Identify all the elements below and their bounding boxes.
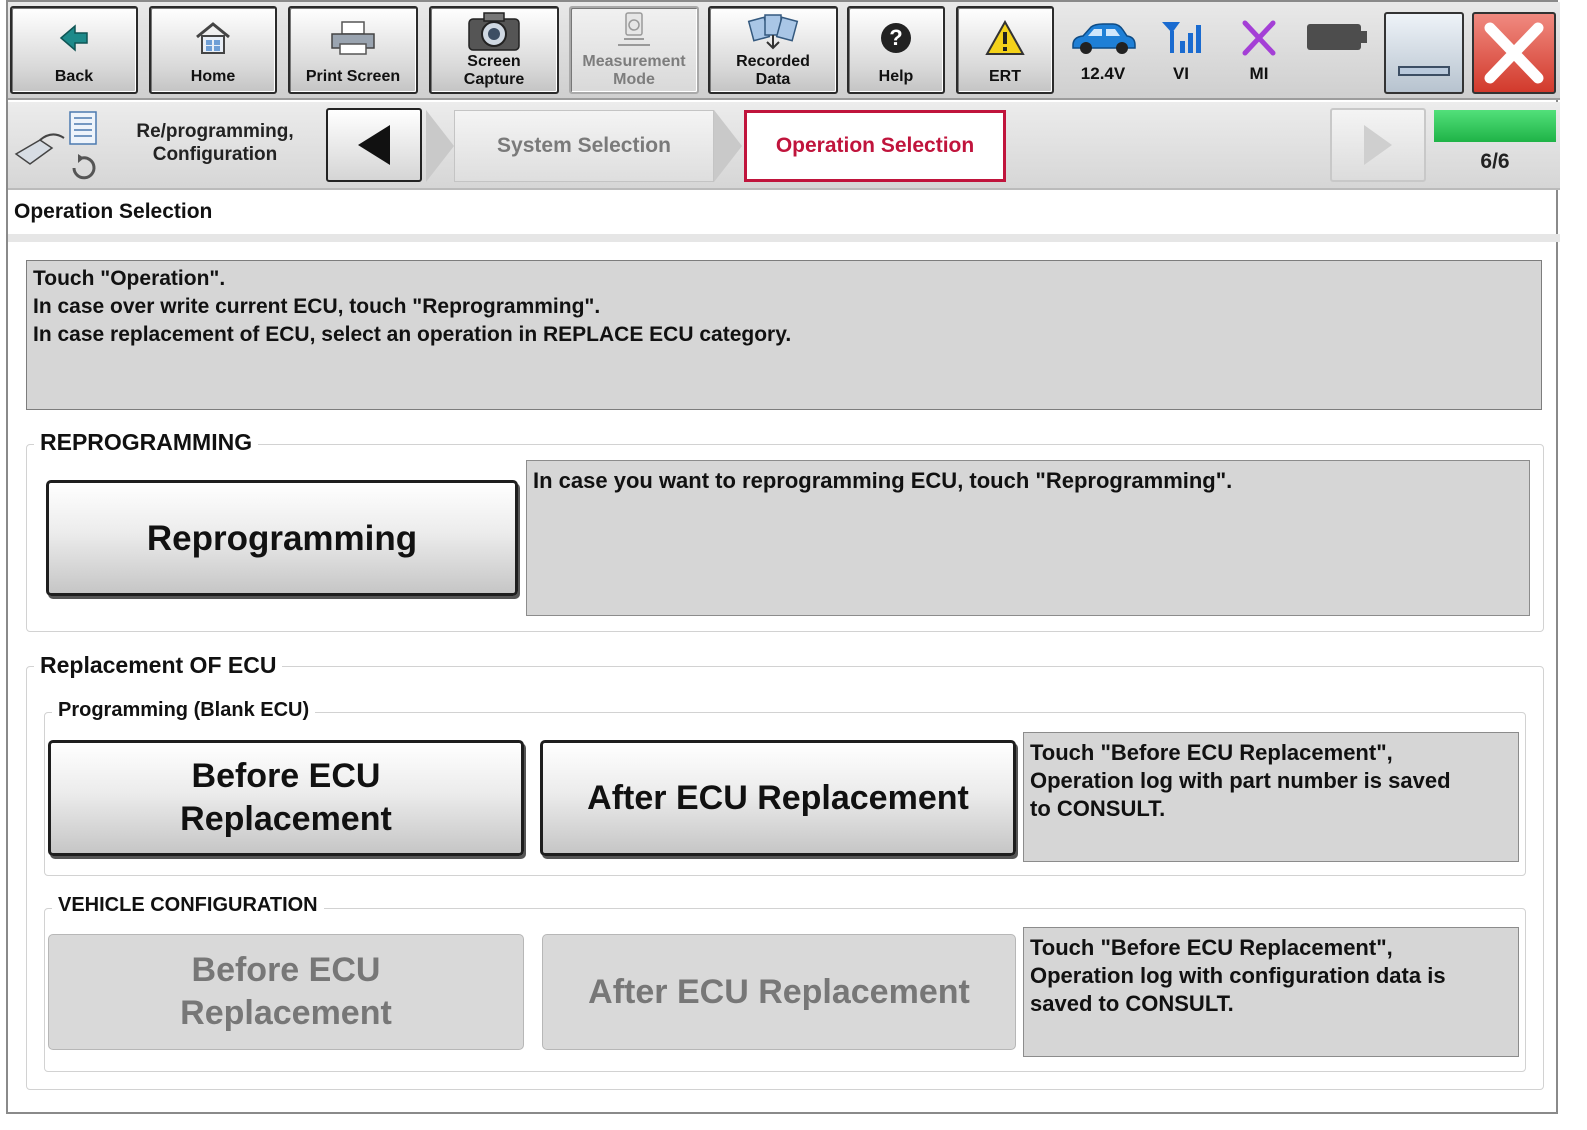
recorded-data-label: Recorded Data bbox=[736, 53, 810, 88]
help-icon: ? bbox=[849, 8, 943, 68]
measurement-mode-icon bbox=[571, 8, 697, 53]
top-toolbar: Back Home Print Screen Screen Capture Me bbox=[8, 2, 1560, 100]
crumb-operation-selection[interactable]: Operation Selection bbox=[744, 110, 1006, 182]
home-icon bbox=[151, 8, 275, 68]
vi-label: VI bbox=[1172, 64, 1190, 83]
car-icon bbox=[1069, 12, 1137, 64]
step-counter: 6/6 bbox=[1480, 150, 1510, 173]
replacement-legend: Replacement OF ECU bbox=[34, 652, 283, 679]
close-icon bbox=[1484, 22, 1544, 84]
back-button[interactable]: Back bbox=[10, 6, 138, 94]
ert-button[interactable]: ERT bbox=[956, 6, 1054, 94]
breadcrumb-separator bbox=[714, 110, 742, 182]
step-progress-fill bbox=[1434, 110, 1556, 142]
measurement-mode-label: Measurement Mode bbox=[582, 53, 686, 88]
help-button[interactable]: ? Help bbox=[847, 6, 945, 94]
config-after-ecu-replacement-button[interactable]: After ECU Replacement bbox=[542, 934, 1016, 1050]
reprogramming-icon bbox=[12, 110, 102, 180]
printer-icon bbox=[290, 8, 416, 68]
svg-text:?: ? bbox=[889, 25, 902, 50]
vi-indicator: VI bbox=[1144, 12, 1218, 90]
reprogramming-legend: REPROGRAMMING bbox=[34, 429, 259, 456]
home-label: Home bbox=[190, 68, 236, 85]
page-title: Operation Selection bbox=[14, 200, 213, 223]
minimize-button[interactable] bbox=[1384, 12, 1464, 94]
screen-capture-label: Screen Capture bbox=[463, 53, 525, 88]
section-title: Re/programming, Configuration bbox=[136, 121, 294, 165]
config-before-ecu-replacement-button[interactable]: Before ECU Replacement bbox=[48, 934, 524, 1050]
battery-voltage-indicator: 12.4V bbox=[1066, 12, 1140, 90]
recorded-data-icon bbox=[710, 8, 836, 53]
battery-icon bbox=[1305, 22, 1369, 57]
print-screen-button[interactable]: Print Screen bbox=[288, 6, 418, 94]
disconnected-x-icon bbox=[1239, 12, 1279, 64]
triangle-left-icon bbox=[358, 125, 390, 165]
instruction-panel: Touch "Operation". In case over write cu… bbox=[26, 260, 1542, 410]
back-arrow-icon bbox=[12, 8, 136, 68]
programming-after-ecu-replacement-button[interactable]: After ECU Replacement bbox=[540, 740, 1016, 856]
screen-capture-button[interactable]: Screen Capture bbox=[429, 6, 559, 94]
consult-window: Back Home Print Screen Screen Capture Me bbox=[6, 0, 1560, 1114]
programming-legend: Programming (Blank ECU) bbox=[52, 699, 316, 722]
camera-icon bbox=[431, 8, 557, 53]
battery-voltage-value: 12.4V bbox=[1080, 64, 1126, 83]
print-screen-label: Print Screen bbox=[305, 68, 401, 85]
minimize-icon bbox=[1398, 66, 1450, 76]
breadcrumb-separator bbox=[426, 110, 454, 182]
recorded-data-button[interactable]: Recorded Data bbox=[708, 6, 838, 94]
signal-icon bbox=[1158, 12, 1204, 64]
reprogramming-button[interactable]: Reprogramming bbox=[46, 480, 518, 596]
ert-label: ERT bbox=[989, 68, 1021, 85]
battery-status bbox=[1300, 12, 1374, 90]
mi-label: MI bbox=[1249, 64, 1269, 83]
warning-icon bbox=[958, 8, 1052, 68]
title-divider bbox=[8, 234, 1560, 242]
vehicle-configuration-legend: VEHICLE CONFIGURATION bbox=[52, 894, 324, 917]
breadcrumb: Re/programming, Configuration System Sel… bbox=[8, 102, 1560, 190]
next-step-button[interactable] bbox=[1330, 108, 1426, 182]
previous-step-button[interactable] bbox=[326, 108, 422, 182]
triangle-right-icon bbox=[1364, 125, 1392, 165]
step-progress-bar bbox=[1434, 110, 1556, 142]
programming-before-ecu-replacement-button[interactable]: Before ECU Replacement bbox=[48, 740, 524, 856]
help-label: Help bbox=[878, 68, 914, 85]
reprogramming-description: In case you want to reprogramming ECU, t… bbox=[526, 460, 1530, 616]
vehicle-configuration-description: Touch "Before ECU Replacement", Operatio… bbox=[1023, 927, 1519, 1057]
mi-indicator: MI bbox=[1222, 12, 1296, 90]
crumb-system-selection[interactable]: System Selection bbox=[454, 110, 714, 182]
close-button[interactable] bbox=[1472, 12, 1556, 94]
programming-description: Touch "Before ECU Replacement", Operatio… bbox=[1023, 732, 1519, 862]
measurement-mode-button[interactable]: Measurement Mode bbox=[569, 6, 699, 94]
back-label: Back bbox=[54, 68, 94, 85]
home-button[interactable]: Home bbox=[149, 6, 277, 94]
